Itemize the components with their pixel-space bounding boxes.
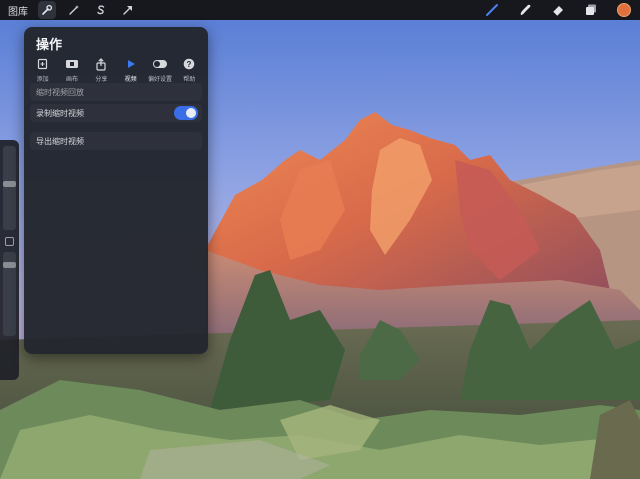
eraser-icon	[552, 6, 563, 17]
top-toolbar: 图库	[0, 0, 640, 20]
record-timelapse-row: 录制缩时视频	[30, 104, 202, 122]
record-timelapse-toggle[interactable]	[174, 106, 198, 120]
export-timelapse-label: 导出缩时视频	[36, 136, 84, 146]
panel-title: 操作	[36, 37, 63, 52]
toggle-knob	[186, 108, 196, 118]
actions-panel: 操作 添加 画布 分享 视频 偏好设置 ? 帮助 缩时视频回放 录制缩时视频 导…	[24, 27, 208, 354]
smudge-tool-button[interactable]	[515, 1, 535, 19]
record-timelapse-label: 录制缩时视频	[36, 108, 84, 118]
color-dot-icon	[617, 3, 631, 17]
actions-tool-button[interactable]	[38, 1, 56, 19]
color-button[interactable]	[614, 1, 634, 19]
share-icon	[96, 57, 106, 71]
tab-add-label: 添加	[36, 77, 49, 83]
toggle-icon	[152, 60, 167, 68]
selection-tool-button[interactable]	[92, 1, 110, 19]
smudge-icon	[520, 4, 531, 16]
brush-size-slider[interactable]	[3, 146, 16, 230]
wrench-icon	[42, 4, 53, 15]
add-file-icon	[37, 58, 47, 70]
opacity-thumb[interactable]	[3, 262, 16, 268]
brush-tool-button[interactable]	[482, 1, 502, 19]
timelapse-replay-row[interactable]: 缩时视频回放	[30, 83, 202, 101]
layers-icon	[586, 4, 596, 15]
tab-video-label: 视频	[124, 77, 137, 83]
brush-icon	[486, 4, 498, 16]
tab-help-label: 帮助	[183, 77, 196, 83]
svg-text:?: ?	[187, 60, 192, 69]
help-icon: ?	[183, 58, 195, 70]
play-icon	[127, 60, 135, 68]
right-toolbar	[469, 0, 634, 20]
tab-preferences-label: 偏好设置	[147, 77, 172, 83]
transform-tool-button[interactable]	[119, 1, 137, 19]
canvas-icon	[65, 60, 78, 68]
selection-s-icon	[97, 5, 105, 15]
brush-size-thumb[interactable]	[3, 181, 16, 187]
arrow-cursor-icon	[123, 6, 132, 15]
tab-share-label: 分享	[95, 77, 108, 83]
layers-tool-button[interactable]	[581, 1, 601, 19]
timelapse-replay-label: 缩时视频回放	[36, 87, 84, 97]
export-timelapse-row[interactable]: 导出缩时视频	[30, 132, 202, 150]
modify-square-icon[interactable]	[5, 237, 14, 246]
magic-wand-icon	[69, 5, 79, 15]
eraser-tool-button[interactable]	[548, 1, 568, 19]
tab-canvas-label: 画布	[65, 77, 78, 83]
adjustments-tool-button[interactable]	[65, 1, 83, 19]
left-sidebar	[0, 140, 19, 380]
gallery-button[interactable]: 图库	[8, 3, 28, 18]
